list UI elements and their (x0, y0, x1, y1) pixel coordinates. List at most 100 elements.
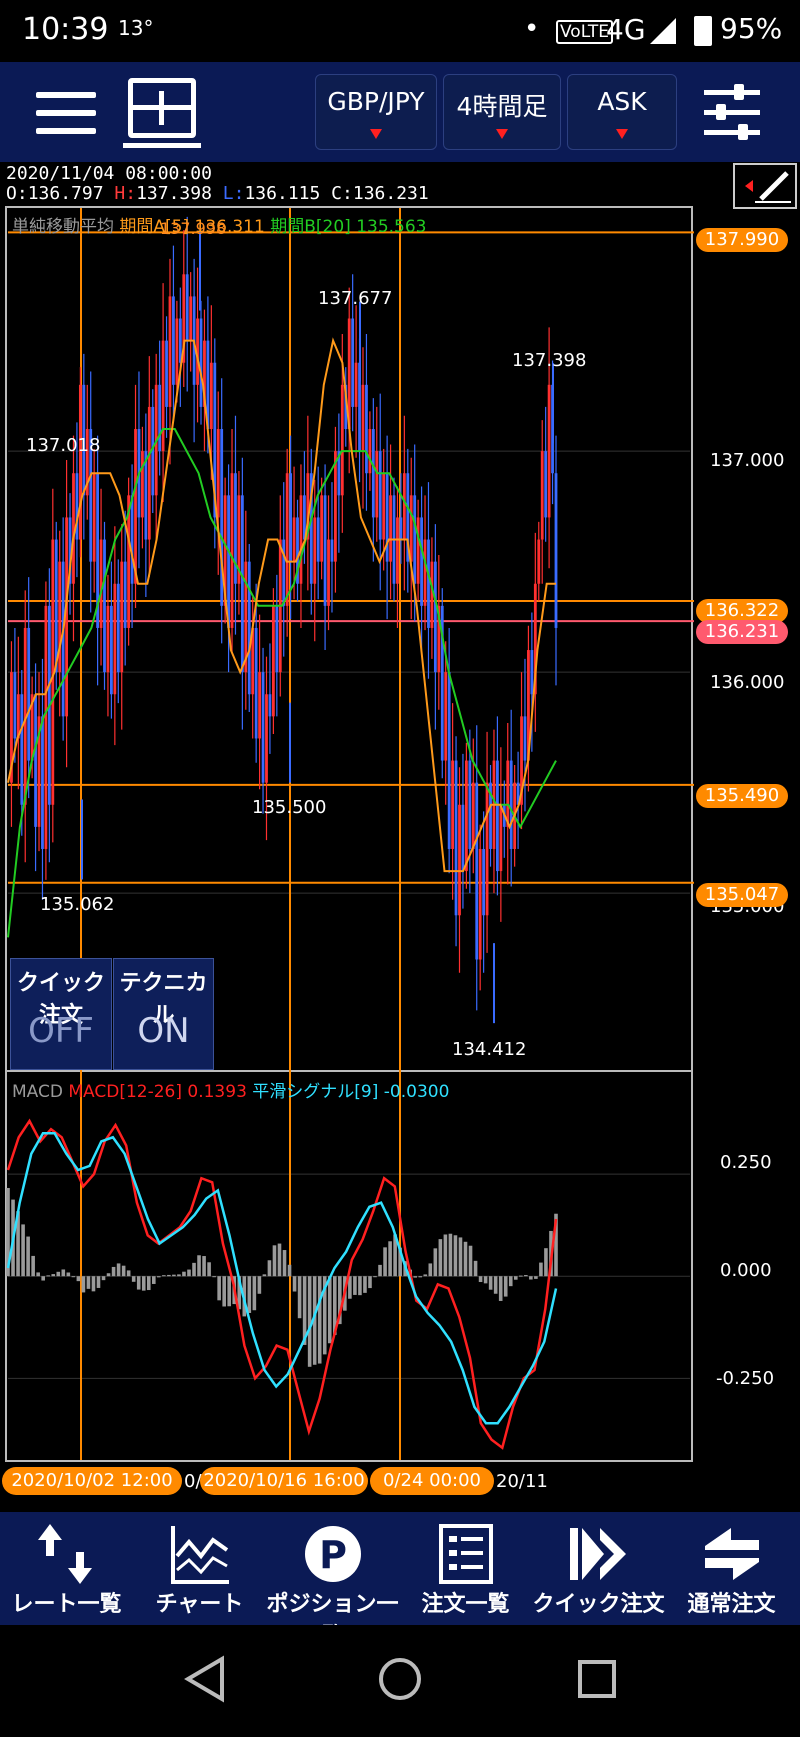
histogram-bar (106, 1273, 111, 1277)
order-list-icon (439, 1524, 493, 1584)
histogram-bar (508, 1276, 513, 1287)
candle-body (285, 473, 289, 606)
candle-body (168, 296, 172, 407)
candle-body (427, 539, 430, 628)
histogram-bar (81, 1276, 86, 1293)
histogram-bar (141, 1276, 146, 1291)
candle-body (172, 296, 175, 385)
nav-label: クイック注文 (532, 1592, 665, 1617)
candle-body (323, 495, 327, 606)
candle-body (120, 561, 124, 673)
candle-body (544, 451, 548, 518)
candle-body (458, 804, 461, 916)
current-price-tag: 136.231 (696, 620, 788, 644)
histogram-bar (131, 1276, 136, 1282)
histogram-bar (297, 1276, 302, 1319)
candle-body (175, 318, 179, 385)
candle-body (554, 473, 558, 628)
candle-body (378, 451, 382, 540)
trough-annotation: 134.412 (452, 1039, 527, 1060)
candle-body (351, 318, 355, 407)
normal-order-icon (705, 1528, 759, 1580)
nav-normal-order[interactable]: 通常注文 (665, 1512, 798, 1625)
histogram-bar (197, 1255, 201, 1277)
candle-body (537, 539, 541, 584)
peak-annotation-137998: 137.998 (160, 219, 227, 238)
histogram-bar (292, 1276, 297, 1292)
nav-label: 通常注文 (687, 1592, 776, 1617)
candle-body (547, 384, 551, 518)
candle-body (396, 517, 399, 584)
histogram-bar (317, 1276, 322, 1364)
candle-body (447, 672, 451, 849)
peak-annotation: 137.398 (512, 350, 587, 371)
histogram-bar (121, 1265, 126, 1277)
candle-body (313, 517, 317, 584)
nav-label: 注文一覧 (421, 1592, 510, 1617)
price-tag: 135.490 (696, 784, 788, 808)
candle-body (316, 517, 320, 562)
histogram-bar (177, 1274, 181, 1277)
candle-body (178, 318, 182, 363)
histogram-bar (182, 1271, 186, 1277)
quick-order-toggle[interactable]: クイック注文 OFF (10, 958, 112, 1070)
candle-body (227, 495, 230, 628)
histogram-bar (282, 1250, 287, 1277)
nav-order-list[interactable]: 注文一覧 (399, 1512, 532, 1625)
histogram-bar (71, 1276, 76, 1278)
candle-body (158, 384, 162, 452)
histogram-bar (61, 1269, 66, 1277)
position-icon: P (305, 1526, 361, 1582)
candle-body (471, 782, 475, 849)
candle-body (540, 451, 544, 540)
candle-body (454, 760, 458, 916)
histogram-bar (519, 1275, 523, 1277)
histogram-bar (327, 1276, 332, 1344)
histogram-bar (41, 1276, 45, 1281)
home-icon[interactable] (379, 1658, 421, 1700)
histogram-bar (373, 1276, 377, 1278)
histogram-bar (483, 1276, 488, 1284)
histogram-bar (453, 1235, 458, 1277)
histogram-bar (252, 1276, 257, 1311)
nav-rate-list[interactable]: レート一覧 (0, 1512, 133, 1625)
histogram-bar (91, 1276, 96, 1292)
histogram-bar (202, 1256, 206, 1277)
histogram-bar (272, 1245, 277, 1277)
histogram-bar (116, 1263, 121, 1277)
histogram-bar (458, 1237, 463, 1277)
quick-order-icon (570, 1528, 626, 1580)
histogram-bar (478, 1276, 483, 1283)
time-axis-label: 20/11 (496, 1471, 548, 1492)
histogram-bar (136, 1276, 141, 1290)
histogram-bar (307, 1276, 312, 1367)
candle-body (268, 694, 272, 717)
histogram-bar (267, 1260, 272, 1277)
recents-icon[interactable] (578, 1660, 616, 1698)
macd-name: MACD (12, 1082, 63, 1102)
nav-chart[interactable]: チャート (133, 1512, 266, 1625)
candle-body (20, 694, 24, 805)
candle-body (461, 804, 465, 872)
svg-text:P: P (319, 1533, 347, 1577)
histogram-bar (212, 1276, 216, 1278)
nav-position-list[interactable]: P ポジション一覧 (266, 1512, 399, 1649)
technical-toggle[interactable]: テクニカル ON (113, 958, 214, 1070)
candle-body (299, 495, 303, 584)
histogram-bar (227, 1276, 232, 1307)
candle-body (216, 429, 220, 518)
back-icon[interactable] (184, 1655, 224, 1703)
candle-body (34, 694, 37, 827)
histogram-bar (51, 1274, 56, 1277)
candle-body (433, 561, 437, 673)
histogram-bar (76, 1276, 81, 1282)
candle-body (185, 274, 189, 341)
candle-body (13, 672, 17, 739)
histogram-bar (383, 1247, 387, 1277)
nav-quick-order[interactable]: クイック注文 (532, 1512, 665, 1625)
histogram-bar (443, 1234, 448, 1277)
candle-body (371, 429, 375, 518)
time-axis-label: 0/ (184, 1471, 202, 1492)
histogram-bar (473, 1260, 478, 1277)
trough-annotation: 135.062 (40, 894, 115, 915)
